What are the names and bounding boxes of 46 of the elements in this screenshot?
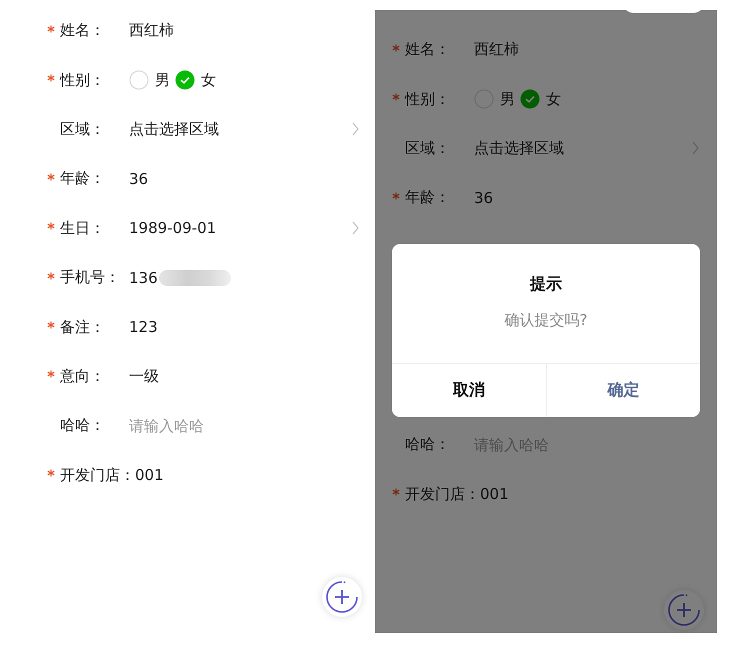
field-value: 136 <box>129 268 158 287</box>
field-value: 西红柿 <box>129 21 174 40</box>
chevron-right-icon <box>352 122 360 136</box>
add-button[interactable] <box>322 577 362 617</box>
add-button[interactable] <box>664 590 704 630</box>
field-label: 性别： <box>405 90 451 109</box>
field-value: 36 <box>129 170 148 188</box>
dialog-title: 提示 <box>530 274 562 295</box>
dialog-message: 确认提交吗? <box>504 311 588 330</box>
plus-circle-icon <box>666 592 702 628</box>
field-value: 36 <box>474 188 494 207</box>
field-label: 备注： <box>60 318 106 337</box>
field-label: 姓名： <box>60 21 106 40</box>
checked-radio-icon[interactable] <box>520 89 540 110</box>
checked-radio-icon[interactable] <box>175 70 195 90</box>
radio-label[interactable]: 女 <box>546 90 561 109</box>
chevron-right-icon <box>692 141 700 156</box>
radio-label[interactable]: 男 <box>155 70 170 90</box>
select-value[interactable]: 1989-09-01 <box>129 219 352 238</box>
field-label: 开发门店： <box>60 466 135 485</box>
field-label: 年龄： <box>60 169 106 188</box>
field-label: 生日： <box>60 218 106 238</box>
field-label: 姓名： <box>405 40 451 60</box>
field-label: 意向： <box>60 366 106 386</box>
field-label: 开发门店： <box>405 484 480 504</box>
field-value: 123 <box>129 318 158 336</box>
field-value: 001 <box>480 485 509 504</box>
field-label: 区域： <box>60 120 106 139</box>
input-field[interactable]: 请输入哈哈 <box>129 416 279 435</box>
field-value: 001 <box>135 466 164 484</box>
field-label: 年龄： <box>405 188 451 208</box>
radio-icon[interactable] <box>129 70 149 90</box>
select-value[interactable]: 点击选择区域 <box>129 120 352 139</box>
field-label: 哈哈： <box>405 435 451 454</box>
field-label: 区域： <box>405 138 451 158</box>
field-label: 哈哈： <box>60 416 106 436</box>
radio-label[interactable]: 女 <box>201 70 216 90</box>
chevron-right-icon <box>352 221 360 236</box>
select-value[interactable]: 点击选择区域 <box>474 138 692 158</box>
field-value: 一级 <box>129 366 159 386</box>
field-label: 手机号： <box>60 268 121 288</box>
plus-circle-icon <box>324 579 360 615</box>
radio-label[interactable]: 男 <box>500 90 515 109</box>
cancel-button[interactable]: 取消 <box>392 364 546 417</box>
field-value: 西红柿 <box>474 40 519 60</box>
field-label: 性别： <box>60 70 106 90</box>
